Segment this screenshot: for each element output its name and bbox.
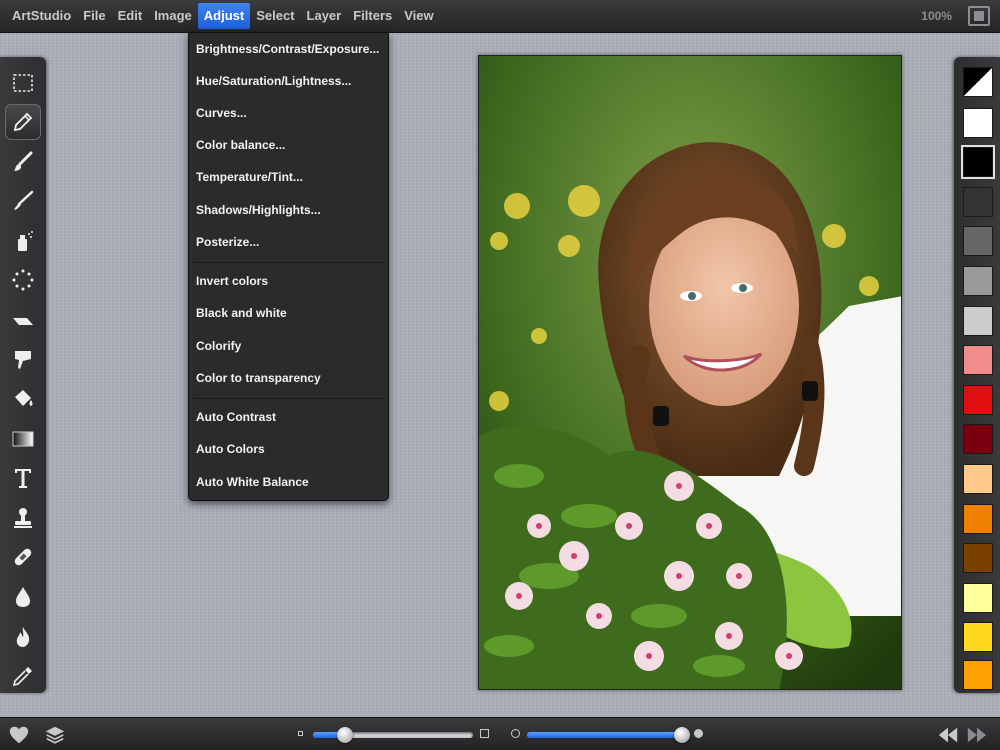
image-canvas[interactable] — [478, 55, 902, 690]
color-swatch[interactable] — [963, 543, 993, 573]
redo-icon[interactable] — [966, 724, 988, 746]
bottom-toolbar — [0, 717, 1000, 750]
fit-to-screen-icon[interactable] — [968, 6, 990, 26]
high-opacity-icon — [694, 729, 703, 738]
menu-edit[interactable]: Edit — [112, 3, 149, 29]
zoom-level: 100% — [921, 9, 952, 23]
menu-item-hue-saturation[interactable]: Hue/Saturation/Lightness... — [196, 71, 351, 91]
brush-size-slider-knob[interactable] — [337, 727, 353, 743]
gradient-icon[interactable] — [5, 421, 41, 457]
menu-item-color-balance[interactable]: Color balance... — [196, 135, 285, 155]
menu-item-auto-white-balance[interactable]: Auto White Balance — [196, 472, 309, 492]
menu-bar: ArtStudio File Edit Image Adjust Select … — [0, 0, 1000, 33]
color-swatch[interactable] — [963, 385, 993, 415]
color-swatch[interactable] — [963, 464, 993, 494]
spray-can-icon[interactable] — [5, 223, 41, 259]
menu-app[interactable]: ArtStudio — [6, 3, 77, 29]
menu-separator — [193, 398, 386, 399]
menu-item-colorify[interactable]: Colorify — [196, 336, 241, 356]
smudge-icon[interactable] — [5, 341, 41, 377]
menu-item-temperature-tint[interactable]: Temperature/Tint... — [196, 167, 303, 187]
menu-item-invert-colors[interactable]: Invert colors — [196, 271, 268, 291]
menu-adjust[interactable]: Adjust — [197, 3, 251, 29]
eyedropper-icon[interactable] — [5, 658, 41, 694]
color-swatch[interactable] — [963, 306, 993, 336]
menu-item-auto-contrast[interactable]: Auto Contrast — [196, 407, 276, 427]
menu-item-black-white[interactable]: Black and white — [196, 303, 287, 323]
opacity-slider-fill — [527, 732, 683, 738]
adjust-menu: Brightness/Contrast/Exposure... Hue/Satu… — [188, 33, 389, 501]
menu-layer[interactable]: Layer — [301, 3, 348, 29]
menu-item-curves[interactable]: Curves... — [196, 103, 247, 123]
menu-item-color-to-transparency[interactable]: Color to transparency — [196, 368, 321, 388]
color-swatch-selected[interactable] — [963, 147, 993, 177]
pencil-icon[interactable] — [5, 104, 41, 140]
color-swatch[interactable] — [963, 424, 993, 454]
layers-icon[interactable] — [44, 724, 66, 746]
color-swatch[interactable] — [963, 504, 993, 534]
primary-secondary-color-swatch[interactable] — [963, 67, 993, 97]
color-swatch[interactable] — [963, 345, 993, 375]
color-swatch[interactable] — [963, 583, 993, 613]
menu-separator — [193, 262, 386, 263]
paint-bucket-icon[interactable] — [5, 381, 41, 417]
undo-icon[interactable] — [937, 724, 959, 746]
text-icon[interactable] — [5, 460, 41, 496]
burn-icon[interactable] — [5, 619, 41, 655]
paintbrush-icon[interactable] — [5, 183, 41, 219]
small-size-icon — [298, 731, 303, 736]
color-swatch[interactable] — [963, 266, 993, 296]
bandage-icon[interactable] — [5, 539, 41, 575]
menu-item-auto-colors[interactable]: Auto Colors — [196, 439, 265, 459]
color-swatch[interactable] — [963, 187, 993, 217]
menu-image[interactable]: Image — [148, 3, 198, 29]
stamp-icon[interactable] — [5, 500, 41, 536]
heart-icon[interactable] — [8, 724, 30, 746]
menu-select[interactable]: Select — [250, 3, 300, 29]
tool-panel — [0, 57, 46, 693]
color-swatch[interactable] — [963, 226, 993, 256]
menu-item-posterize[interactable]: Posterize... — [196, 232, 259, 252]
brush-icon[interactable] — [5, 144, 41, 180]
menu-view[interactable]: View — [398, 3, 439, 29]
blur-drop-icon[interactable] — [5, 579, 41, 615]
large-size-icon — [480, 729, 489, 738]
color-swatch[interactable] — [963, 622, 993, 652]
color-swatch[interactable] — [963, 108, 993, 138]
rectangle-select-icon[interactable] — [5, 65, 41, 101]
low-opacity-icon — [511, 729, 520, 738]
photo-image — [479, 56, 901, 689]
opacity-slider-knob[interactable] — [674, 727, 691, 743]
opacity-slider[interactable] — [527, 732, 687, 738]
menu-item-shadows-highlights[interactable]: Shadows/Highlights... — [196, 200, 321, 220]
menu-filters[interactable]: Filters — [347, 3, 398, 29]
menu-item-brightness[interactable]: Brightness/Contrast/Exposure... — [196, 39, 379, 59]
color-swatch-panel — [954, 57, 1000, 693]
menu-file[interactable]: File — [77, 3, 111, 29]
color-swatch[interactable] — [963, 660, 993, 690]
scatter-icon[interactable] — [5, 262, 41, 298]
eraser-icon[interactable] — [5, 302, 41, 338]
